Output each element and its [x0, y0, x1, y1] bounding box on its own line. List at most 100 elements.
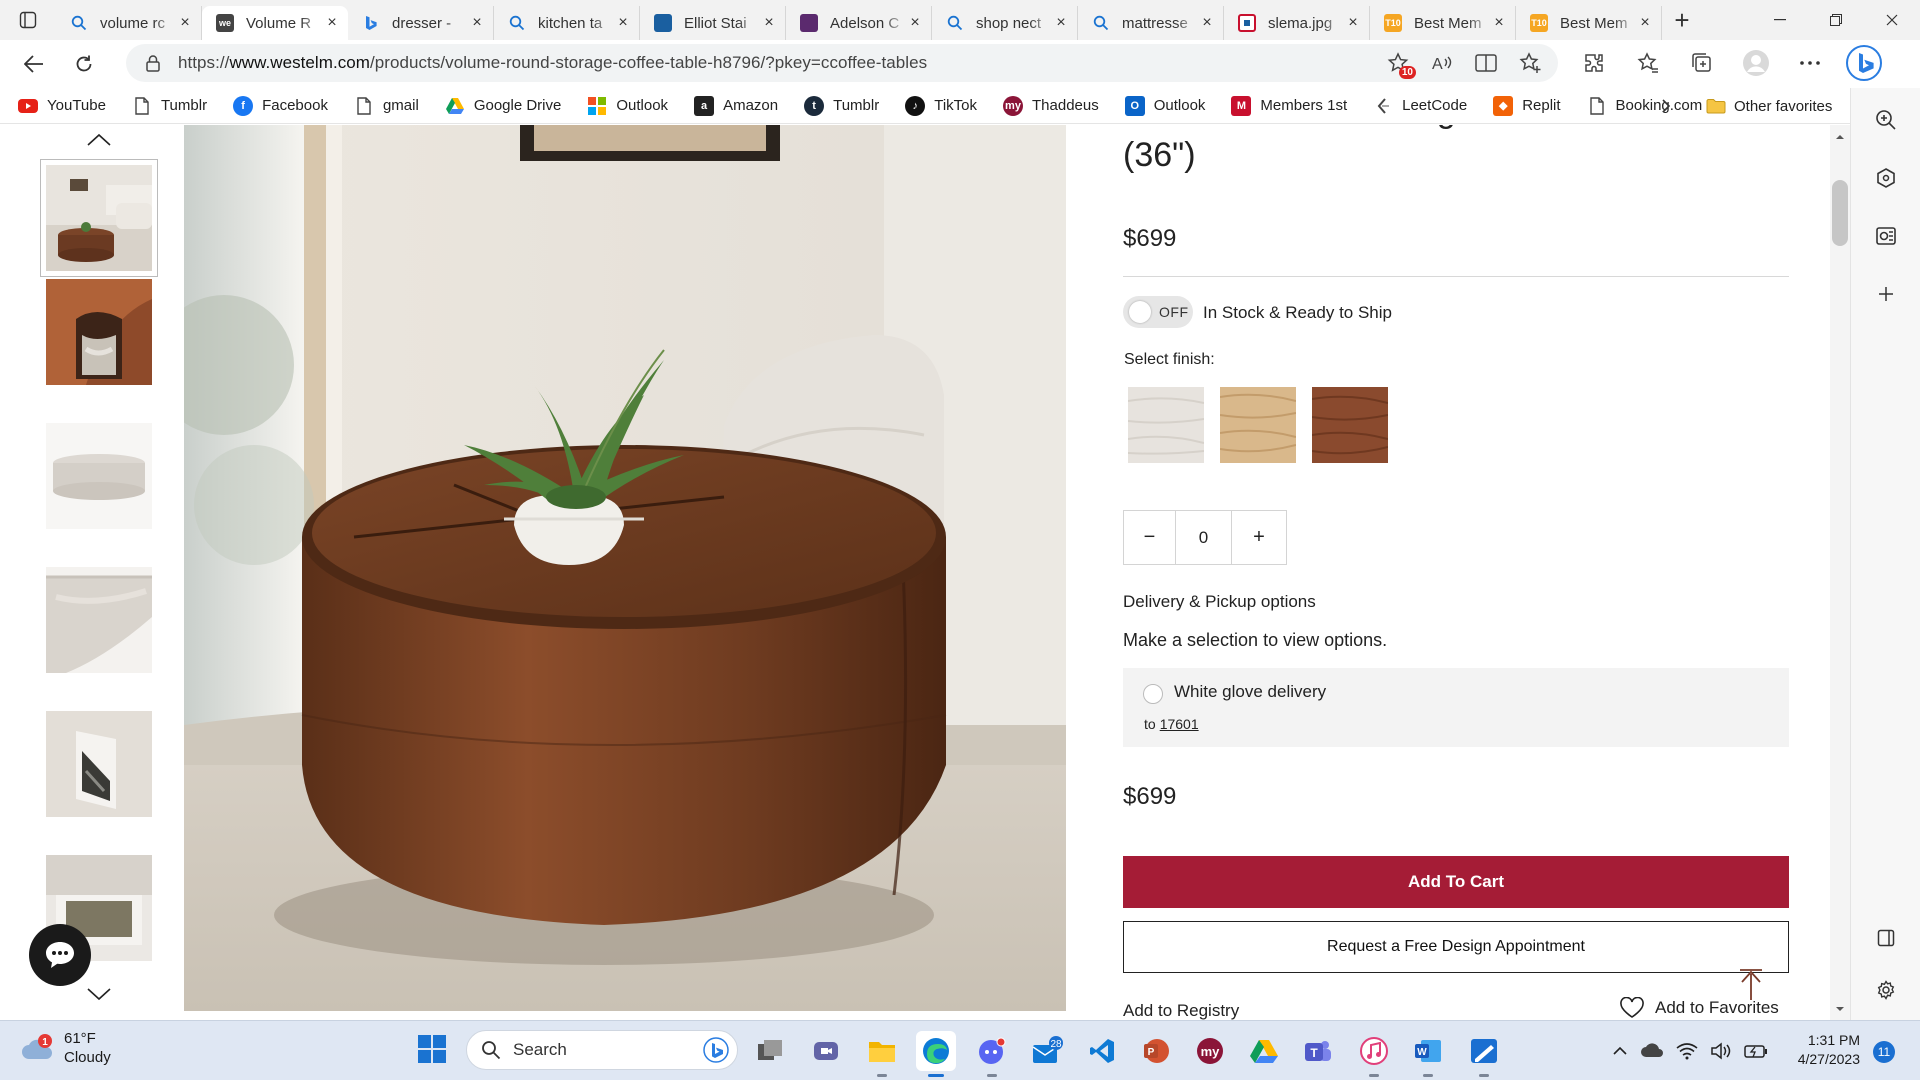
favorite-link[interactable]: O Outlook	[1124, 95, 1205, 116]
favorite-link[interactable]: Tumblr	[132, 96, 207, 116]
sidebar-settings-button[interactable]	[1866, 970, 1906, 1010]
tab-actions-button[interactable]	[0, 0, 56, 40]
quantity-decrease-button[interactable]: −	[1124, 511, 1176, 564]
page-scrollbar[interactable]	[1830, 125, 1850, 1020]
back-button[interactable]	[14, 44, 54, 84]
restore-button[interactable]	[1808, 0, 1864, 40]
favorite-link[interactable]: my Thaddeus	[1003, 95, 1099, 116]
favorite-link[interactable]: LeetCode	[1373, 96, 1467, 116]
favorite-link[interactable]: M Members 1st	[1231, 95, 1347, 116]
tab-close-icon[interactable]: ×	[469, 15, 485, 31]
favorite-link[interactable]: gmail	[354, 96, 419, 116]
add-to-registry-link[interactable]: Add to Registry	[1123, 1001, 1239, 1020]
discord-app[interactable]	[972, 1031, 1012, 1077]
minimize-button[interactable]	[1752, 0, 1808, 40]
immersive-reader-button[interactable]	[1472, 49, 1500, 77]
finish-swatch-walnut[interactable]	[1312, 387, 1388, 463]
tab-close-icon[interactable]: ×	[1053, 15, 1069, 31]
start-button[interactable]	[416, 1033, 448, 1065]
other-favorites-folder[interactable]: Other favorites	[1706, 88, 1832, 124]
wifi-icon[interactable]	[1676, 1042, 1698, 1060]
tab-close-icon[interactable]: ×	[1199, 15, 1215, 31]
tracking-prevention-button[interactable]: 10	[1384, 49, 1416, 79]
chat-button[interactable]	[29, 924, 91, 986]
teams-chat-app[interactable]	[806, 1031, 846, 1071]
browser-tab[interactable]: we Volume R ×	[202, 6, 348, 40]
sidebar-add-button[interactable]	[1866, 274, 1906, 314]
browser-tab[interactable]: Elliot Stai ×	[640, 6, 786, 40]
add-to-cart-button[interactable]: Add To Cart	[1123, 856, 1789, 908]
word-app[interactable]: W	[1408, 1031, 1448, 1077]
file-explorer-app[interactable]	[862, 1031, 902, 1077]
sidebar-outlook-button[interactable]	[1866, 216, 1906, 256]
task-view-button[interactable]	[750, 1031, 790, 1071]
tab-close-icon[interactable]: ×	[615, 15, 631, 31]
favorite-link[interactable]: Google Drive	[445, 96, 561, 116]
onedrive-icon[interactable]	[1640, 1043, 1664, 1059]
thumbnail-2[interactable]	[46, 279, 152, 385]
thumbnail-4[interactable]	[46, 567, 152, 673]
profile-button[interactable]	[1736, 44, 1776, 82]
my-app[interactable]: my	[1190, 1031, 1230, 1071]
favorites-button[interactable]	[1628, 44, 1668, 82]
refresh-button[interactable]	[64, 44, 104, 84]
tab-close-icon[interactable]: ×	[907, 15, 923, 31]
google-drive-app[interactable]	[1244, 1031, 1284, 1071]
bing-chat-button[interactable]	[1844, 44, 1884, 82]
white-glove-radio[interactable]	[1143, 684, 1163, 704]
thumbnails-down-button[interactable]	[86, 987, 112, 1001]
new-tab-button[interactable]: +	[1662, 3, 1702, 37]
favorite-link[interactable]: a Amazon	[694, 95, 778, 116]
favorites-overflow-button[interactable]	[1660, 88, 1672, 124]
taskbar-search[interactable]: Search	[466, 1030, 738, 1070]
browser-tab[interactable]: mattresse ×	[1078, 6, 1224, 40]
tab-close-icon[interactable]: ×	[1491, 15, 1507, 31]
itunes-app[interactable]	[1354, 1031, 1394, 1077]
tab-close-icon[interactable]: ×	[761, 15, 777, 31]
notification-center-badge[interactable]: 11	[1873, 1041, 1895, 1063]
system-clock[interactable]: 1:31 PM 4/27/2023	[1786, 1031, 1860, 1069]
favorite-link[interactable]: f Facebook	[233, 95, 328, 116]
favorite-link[interactable]: Outlook	[587, 96, 668, 116]
favorite-link[interactable]: t Tumblr	[804, 95, 879, 116]
tab-close-icon[interactable]: ×	[1637, 15, 1653, 31]
sidebar-shopping-button[interactable]	[1866, 158, 1906, 198]
favorite-link[interactable]: Booking.com	[1587, 96, 1702, 116]
collections-button[interactable]	[1682, 44, 1722, 82]
browser-tab[interactable]: dresser - ×	[348, 6, 494, 40]
add-favorite-button[interactable]	[1516, 49, 1544, 77]
read-aloud-button[interactable]: A	[1428, 49, 1456, 77]
favorite-link[interactable]: ◆ Replit	[1493, 95, 1561, 116]
favorite-link[interactable]: YouTube	[18, 96, 106, 116]
close-window-button[interactable]	[1864, 0, 1920, 40]
quantity-input[interactable]: 0	[1176, 511, 1232, 564]
tab-close-icon[interactable]: ×	[177, 15, 193, 31]
settings-more-button[interactable]	[1790, 44, 1830, 82]
design-appointment-button[interactable]: Request a Free Design Appointment	[1123, 921, 1789, 973]
volume-icon[interactable]	[1710, 1042, 1732, 1060]
mail-app[interactable]: 28	[1028, 1031, 1068, 1071]
browser-tab[interactable]: T10 Best Mem ×	[1516, 6, 1662, 40]
thumbnails-up-button[interactable]	[86, 133, 112, 147]
back-to-top-button[interactable]	[1738, 968, 1764, 1002]
finish-swatch-natural-oak[interactable]	[1220, 387, 1296, 463]
scrollbar-thumb[interactable]	[1832, 180, 1848, 246]
extensions-button[interactable]	[1574, 44, 1614, 82]
thumbnail-5[interactable]	[46, 711, 152, 817]
favorite-link[interactable]: ♪ TikTok	[905, 95, 977, 116]
tab-close-icon[interactable]: ×	[1345, 15, 1361, 31]
browser-tab[interactable]: T10 Best Mem ×	[1370, 6, 1516, 40]
thumbnail-1[interactable]	[40, 159, 158, 277]
powerpoint-app[interactable]: P	[1136, 1031, 1176, 1071]
zip-code-link[interactable]: 17601	[1160, 716, 1199, 732]
url-text[interactable]: https://www.westelm.com/products/volume-…	[178, 53, 927, 73]
sidebar-search-button[interactable]	[1866, 100, 1906, 140]
thumbnail-3[interactable]	[46, 423, 152, 529]
teams-app[interactable]: T	[1298, 1031, 1338, 1071]
address-bar[interactable]: https://www.westelm.com/products/volume-…	[126, 44, 1558, 82]
show-hidden-icons-button[interactable]	[1612, 1046, 1628, 1056]
browser-tab[interactable]: kitchen ta ×	[494, 6, 640, 40]
browser-tab[interactable]: volume rc ×	[56, 6, 202, 40]
sidebar-hide-button[interactable]	[1866, 918, 1906, 958]
battery-icon[interactable]	[1744, 1043, 1768, 1059]
